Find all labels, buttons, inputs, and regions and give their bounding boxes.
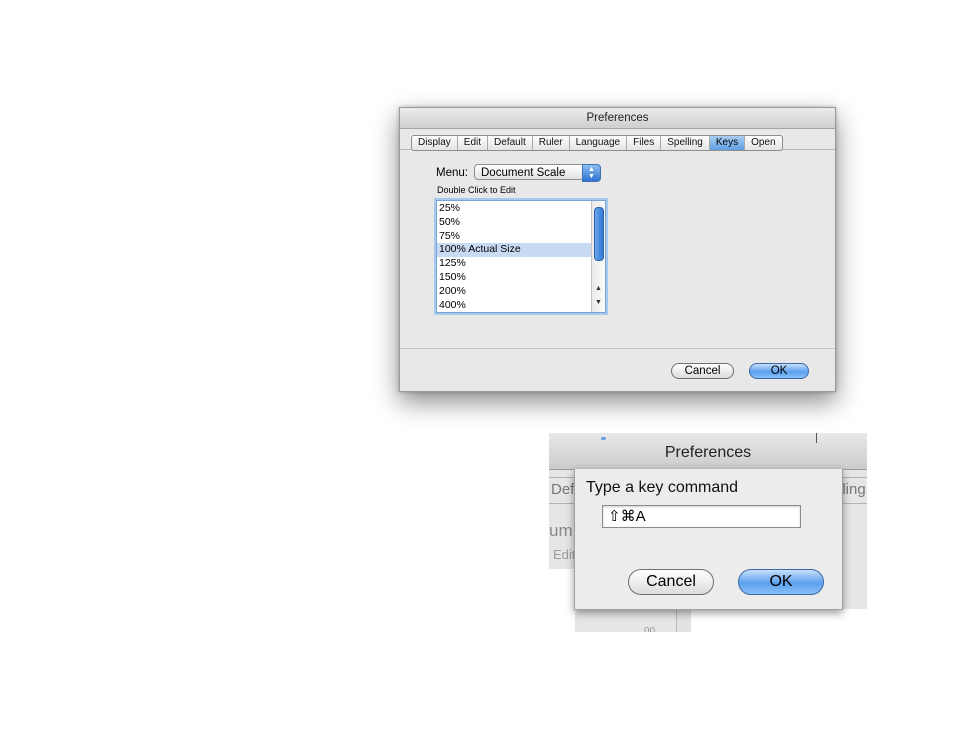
- scroll-down-icon[interactable]: ▼: [594, 299, 603, 306]
- cancel-button[interactable]: Cancel: [671, 363, 734, 379]
- ok-button[interactable]: OK: [749, 363, 809, 379]
- background-tab-fragment-right: lling: [839, 481, 866, 498]
- background-edit-fragment: Edit: [553, 547, 576, 562]
- sheet-window-title: Preferences: [549, 433, 867, 470]
- list-item[interactable]: 125%: [437, 257, 591, 271]
- key-command-field[interactable]: ⇧⌘A: [602, 505, 801, 528]
- window-title: Preferences: [400, 108, 835, 129]
- background-tab-fragment: Def: [551, 481, 575, 498]
- list-scrollbar[interactable]: ▲ ▼: [591, 201, 605, 312]
- list-item[interactable]: 50%: [437, 216, 591, 230]
- background-scrollbar: [676, 609, 692, 632]
- background-menu-fragment: um: [549, 521, 573, 540]
- tab-ruler[interactable]: Ruler: [533, 136, 570, 150]
- tab-spelling[interactable]: Spelling: [661, 136, 710, 150]
- key-command-screenshot: Preferences Def lling um Edit 00 Type a …: [549, 433, 867, 632]
- sheet-cancel-button[interactable]: Cancel: [628, 569, 714, 595]
- divider: [816, 433, 817, 443]
- list-item[interactable]: 200%: [437, 285, 591, 299]
- list-item[interactable]: 400%: [437, 299, 591, 313]
- scroll-thumb[interactable]: [594, 207, 604, 261]
- preferences-window: Preferences Display Edit Default Ruler L…: [399, 107, 836, 392]
- background-panel: [549, 569, 575, 632]
- tab-files[interactable]: Files: [627, 136, 662, 150]
- menu-popup-value: Document Scale: [481, 167, 566, 179]
- list-item[interactable]: 75%: [437, 230, 591, 244]
- list-item[interactable]: 25%: [437, 202, 591, 216]
- tab-language[interactable]: Language: [570, 136, 628, 150]
- updown-arrows-icon: ▲ ▼: [582, 164, 601, 182]
- background-number-fragment: 00: [644, 626, 656, 632]
- key-command-prompt: Type a key command: [586, 479, 739, 496]
- tab-edit[interactable]: Edit: [458, 136, 489, 150]
- footer-divider: [400, 348, 835, 349]
- tab-bar: Display Edit Default Ruler Language File…: [411, 135, 783, 151]
- menu-label: Menu:: [436, 167, 468, 179]
- background-area: [691, 609, 867, 632]
- tab-open[interactable]: Open: [745, 136, 781, 150]
- sheet-ok-button[interactable]: OK: [738, 569, 824, 595]
- tab-keys[interactable]: Keys: [709, 136, 746, 150]
- scale-list-items: 25% 50% 75% 100% Actual Size 125% 150% 2…: [437, 202, 591, 312]
- edit-hint: Double Click to Edit: [437, 185, 516, 195]
- list-item-selected[interactable]: 100% Actual Size: [437, 243, 591, 258]
- scroll-up-icon[interactable]: ▲: [594, 285, 603, 292]
- key-command-sheet: Type a key command ⇧⌘A Cancel OK: [574, 469, 843, 610]
- list-item[interactable]: 150%: [437, 271, 591, 285]
- window-accent: [601, 437, 606, 440]
- tab-display[interactable]: Display: [412, 136, 458, 150]
- scale-list[interactable]: 25% 50% 75% 100% Actual Size 125% 150% 2…: [436, 200, 606, 313]
- tab-default[interactable]: Default: [488, 136, 533, 150]
- menu-popup[interactable]: Document Scale ▲ ▼: [474, 164, 601, 182]
